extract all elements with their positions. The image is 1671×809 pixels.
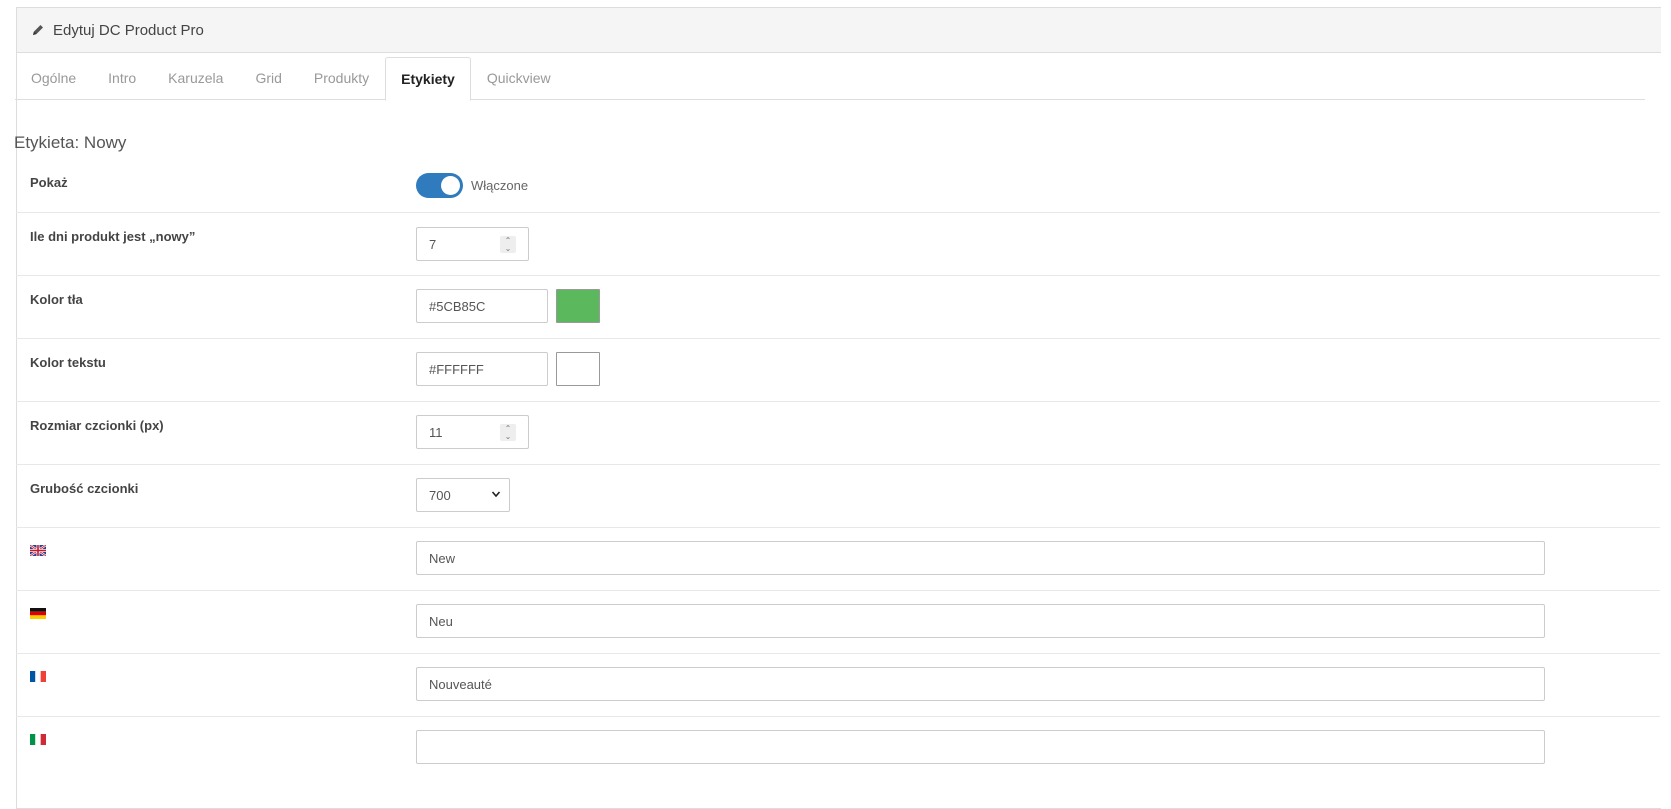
lang-flag-fr bbox=[30, 671, 46, 682]
text-color-swatch[interactable] bbox=[556, 352, 600, 386]
font-weight-control: 700 bbox=[416, 478, 510, 512]
font-weight-value: 700 bbox=[429, 487, 451, 503]
font-size-row: Rozmiar czcionki (px) 11 ⌃ ⌄ bbox=[16, 402, 1660, 465]
germany-flag-icon bbox=[30, 608, 46, 619]
bg-color-input[interactable]: #5CB85C bbox=[416, 289, 548, 323]
text-color-value: #FFFFFF bbox=[429, 361, 484, 377]
days-row: Ile dni produkt jest „nowy” 7 ⌃ ⌄ bbox=[16, 213, 1660, 276]
italy-flag-icon bbox=[30, 734, 46, 745]
tab-bar: Ogólne Intro Karuzela Grid Produkty Etyk… bbox=[15, 57, 1645, 101]
label-text-input-en[interactable]: New bbox=[416, 541, 1545, 575]
lang-flag-it bbox=[30, 734, 46, 745]
lang-flag-de bbox=[30, 608, 46, 619]
text-color-label: Kolor tekstu bbox=[30, 355, 106, 370]
pencil-icon bbox=[31, 23, 45, 37]
bg-color-control: #5CB85C bbox=[416, 289, 600, 323]
lang-control-de: Neu bbox=[416, 604, 1545, 638]
panel-title: Edytuj DC Product Pro bbox=[53, 21, 204, 39]
lang-row-de: Neu bbox=[16, 591, 1660, 654]
tab-carousel[interactable]: Karuzela bbox=[152, 57, 239, 99]
section-title: Etykieta: Nowy bbox=[14, 133, 127, 152]
bg-color-swatch[interactable] bbox=[556, 289, 600, 323]
label-text-de: Neu bbox=[429, 613, 453, 629]
lang-row-fr: Nouveauté bbox=[16, 654, 1660, 717]
text-color-control: #FFFFFF bbox=[416, 352, 600, 386]
lang-control-it bbox=[416, 730, 1545, 764]
tab-labels[interactable]: Etykiety bbox=[385, 57, 471, 101]
label-text-input-fr[interactable]: Nouveauté bbox=[416, 667, 1545, 701]
text-color-input[interactable]: #FFFFFF bbox=[416, 352, 548, 386]
days-spinner-icon[interactable]: ⌃ ⌄ bbox=[500, 236, 516, 253]
label-text-input-de[interactable]: Neu bbox=[416, 604, 1545, 638]
tab-quickview[interactable]: Quickview bbox=[471, 57, 567, 99]
show-label: Pokaż bbox=[30, 175, 68, 190]
font-weight-select[interactable]: 700 bbox=[416, 478, 510, 512]
show-toggle[interactable] bbox=[416, 173, 463, 198]
bg-color-label: Kolor tła bbox=[30, 292, 83, 307]
tab-products[interactable]: Produkty bbox=[298, 57, 385, 99]
days-value: 7 bbox=[429, 236, 437, 252]
label-text-fr: Nouveauté bbox=[429, 676, 492, 692]
font-weight-label: Grubość czcionki bbox=[30, 481, 139, 496]
show-state-label: Włączone bbox=[471, 178, 529, 193]
font-size-value: 11 bbox=[429, 424, 443, 440]
france-flag-icon bbox=[30, 671, 46, 682]
font-weight-row: Grubość czcionki 700 bbox=[16, 465, 1660, 528]
show-row: Pokaż Włączone bbox=[16, 163, 1660, 213]
show-control: Włączone bbox=[416, 173, 528, 198]
lang-control-fr: Nouveauté bbox=[416, 667, 1545, 701]
days-number-input[interactable]: 7 ⌃ ⌄ bbox=[416, 227, 529, 261]
font-size-number-input[interactable]: 11 ⌃ ⌄ bbox=[416, 415, 529, 449]
label-text-en: New bbox=[429, 550, 456, 566]
days-control: 7 ⌃ ⌄ bbox=[416, 227, 529, 261]
lang-control-en: New bbox=[416, 541, 1545, 575]
text-color-row: Kolor tekstu #FFFFFF bbox=[16, 339, 1660, 402]
bg-color-row: Kolor tła #5CB85C bbox=[16, 276, 1660, 339]
font-size-label: Rozmiar czcionki (px) bbox=[30, 418, 164, 433]
lang-row-it bbox=[16, 717, 1660, 791]
font-size-control: 11 ⌃ ⌄ bbox=[416, 415, 529, 449]
tab-intro[interactable]: Intro bbox=[92, 57, 152, 99]
label-text-input-it[interactable] bbox=[416, 730, 1545, 764]
font-size-spinner-icon[interactable]: ⌃ ⌄ bbox=[500, 424, 516, 441]
bg-color-value: #5CB85C bbox=[429, 298, 486, 314]
days-label: Ile dni produkt jest „nowy” bbox=[30, 229, 196, 244]
chevron-down-icon bbox=[491, 491, 501, 498]
uk-flag-icon bbox=[30, 545, 46, 556]
panel-header: Edytuj DC Product Pro bbox=[17, 8, 1661, 53]
toggle-knob bbox=[441, 176, 460, 195]
lang-row-en: New bbox=[16, 528, 1660, 591]
tab-grid[interactable]: Grid bbox=[239, 57, 297, 99]
tab-general[interactable]: Ogólne bbox=[15, 57, 92, 99]
lang-flag-en bbox=[30, 545, 46, 556]
